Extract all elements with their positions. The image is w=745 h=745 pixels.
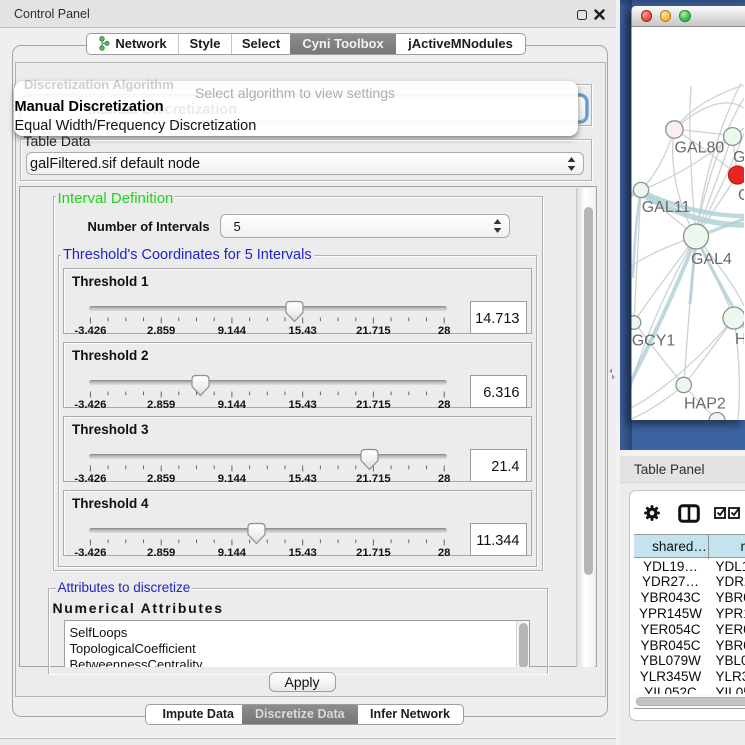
svg-text:HA: HA [735, 331, 744, 348]
svg-text:GA: GA [733, 149, 744, 166]
svg-text:C: C [738, 187, 744, 204]
svg-text:GAL4: GAL4 [691, 251, 732, 268]
svg-text:GAL11: GAL11 [642, 199, 691, 216]
svg-text:GAL80: GAL80 [675, 139, 725, 156]
svg-text:HAP2: HAP2 [684, 395, 726, 412]
svg-text:GCY1: GCY1 [632, 332, 676, 349]
